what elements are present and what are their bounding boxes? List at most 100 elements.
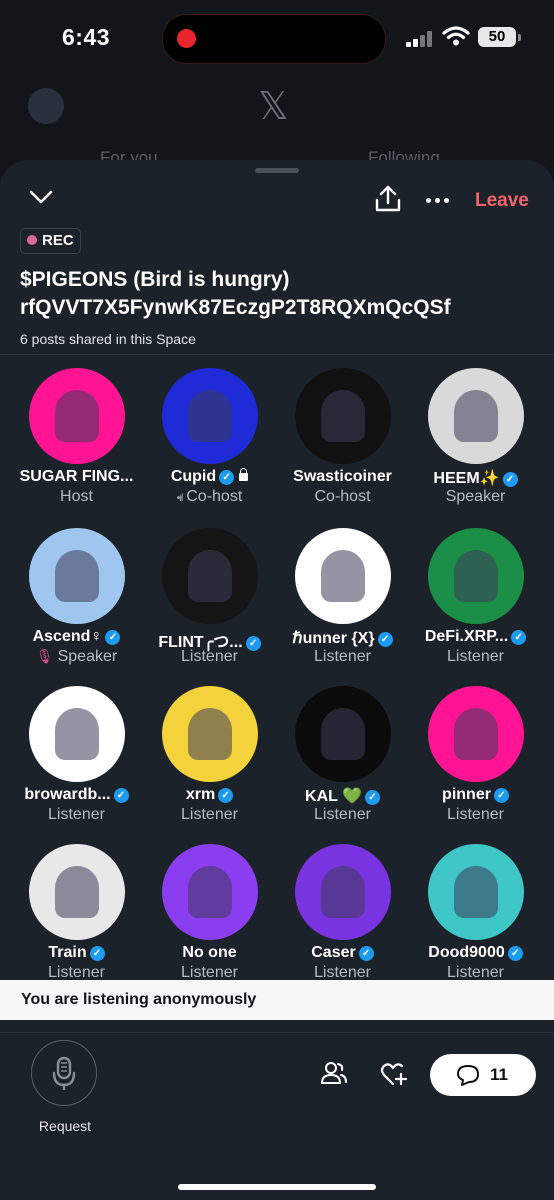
participant-role: Listener [143, 806, 276, 824]
participant-name: KAL 💚 ✓ [276, 786, 409, 806]
participant-avatar [295, 686, 391, 782]
participant-role: Co-host [276, 488, 409, 506]
cellular-signal-icon [406, 31, 434, 47]
participant-name-text: ℏunner {X} [292, 630, 375, 647]
participant-role-text: Listener [181, 648, 238, 665]
rec-dot-icon [27, 235, 37, 245]
participant-name: Ascend♀ ✓ [10, 628, 143, 646]
participant-avatar [162, 368, 258, 464]
participants-grid: SUGAR FING... Host Cupid ✓ •ıl Co-host Swastic… [0, 368, 554, 980]
rec-badge: REC [20, 228, 81, 254]
participant-role-text: Speaker [57, 648, 118, 665]
participant-role-text: Listener [314, 648, 371, 665]
participant-role-text: Host [60, 488, 93, 505]
participant-role: Listener [409, 964, 542, 980]
participant-name: ℏunner {X} ✓ [276, 628, 409, 648]
participant-name: Dood9000 ✓ [409, 944, 542, 962]
participant-role-text: Listener [447, 648, 504, 665]
participant-role-text: Co-host [186, 488, 243, 505]
participant-avatar [29, 844, 125, 940]
divider [0, 354, 554, 355]
verified-badge-icon: ✓ [502, 472, 518, 487]
more-options-icon[interactable] [426, 198, 453, 203]
participant-role: Listener [276, 648, 409, 666]
participant-name-text: Train [48, 944, 87, 961]
background-timeline: 𝕏 For you Following [0, 80, 554, 170]
verified-badge-icon: ✓ [511, 630, 527, 645]
participant-name: Cupid ✓ [143, 468, 276, 486]
participant-role: Listener [409, 806, 542, 824]
participant-avatar [29, 528, 125, 624]
participant-role: Listener [10, 964, 143, 980]
participant-role-text: Listener [181, 806, 238, 823]
people-icon[interactable] [320, 1060, 348, 1086]
participant-name: HEEM✨ ✓ [409, 468, 542, 488]
profile-avatar [28, 88, 64, 124]
participant-role-text: Listener [314, 964, 371, 980]
home-indicator [178, 1184, 376, 1190]
participant-role-text: Listener [48, 964, 105, 980]
muted-mic-icon: 🎙 [35, 648, 54, 664]
participant-role-text: Listener [314, 806, 371, 823]
participant-avatar [428, 368, 524, 464]
participant-role: Host [10, 488, 143, 506]
participant-avatar [29, 686, 125, 782]
sheet-drag-handle[interactable] [255, 168, 299, 173]
verified-badge-icon: ✓ [377, 632, 393, 647]
participant-name-text: xrm [185, 786, 216, 803]
verified-badge-icon: ✓ [218, 788, 234, 803]
participant-avatar [162, 528, 258, 624]
space-title-line2: rfQVVT7X5FynwK87EczgP2T8RQXmQcQSf [20, 296, 451, 319]
request-label: Request [38, 1118, 92, 1134]
chevron-down-icon[interactable] [28, 188, 54, 206]
lock-icon [239, 468, 249, 481]
verified-badge-icon: ✓ [89, 946, 105, 961]
participant-name-text: Ascend♀ [32, 628, 103, 645]
space-title: $PIGEONS (Bird is hungry) rfQVVT7X5FynwK… [20, 266, 540, 322]
participant-avatar [162, 844, 258, 940]
share-icon[interactable] [374, 184, 402, 214]
participant-name-text: KAL 💚 [305, 788, 362, 805]
comments-button[interactable]: 11 [430, 1054, 536, 1096]
participant-name: Caser ✓ [276, 944, 409, 962]
participant-role-text: Co-host [314, 488, 371, 505]
participant-avatar [428, 686, 524, 782]
posts-shared-link[interactable]: 6 posts shared in this Space [20, 331, 196, 347]
verified-badge-icon: ✓ [493, 788, 509, 803]
participant-name: pinner ✓ [409, 786, 542, 804]
microphone-icon [52, 1056, 76, 1090]
participant-name-text: DeFi.XRP... [424, 628, 509, 645]
space-sheet: Leave REC $PIGEONS (Bird is hungry) rfQV… [0, 160, 554, 1200]
participant-name-text: Cupid [170, 468, 217, 485]
verified-badge-icon: ✓ [219, 470, 235, 485]
participant-role: Speaker [409, 488, 542, 506]
comment-icon [457, 1065, 479, 1086]
participant-name-text: HEEM✨ [433, 470, 500, 487]
participant-name-text: Caser [311, 944, 356, 961]
participant-avatar [295, 528, 391, 624]
space-title-line1: $PIGEONS (Bird is hungry) [20, 268, 290, 291]
participant-name: DeFi.XRP... ✓ [409, 628, 542, 646]
footer-divider [0, 1032, 554, 1033]
participant-role: Listener [143, 964, 276, 980]
participant-avatar [29, 368, 125, 464]
participant-role: •ıl Co-host [143, 488, 276, 506]
participant-name: xrm ✓ [143, 786, 276, 804]
participant-avatar [295, 368, 391, 464]
participant-role: Listener [276, 806, 409, 824]
battery-icon: 50 [478, 27, 521, 47]
x-logo-icon: 𝕏 [258, 84, 289, 128]
verified-badge-icon: ✓ [113, 788, 129, 803]
clock: 6:43 [62, 24, 111, 50]
participant-avatar [295, 844, 391, 940]
request-mic-button[interactable] [31, 1040, 97, 1106]
add-reaction-heart-icon[interactable] [380, 1062, 408, 1088]
leave-button[interactable]: Leave [475, 190, 529, 212]
participant-role: Listener [276, 964, 409, 980]
participant-name-text: Swasticoiner [293, 468, 392, 485]
anonymous-notice: You are listening anonymously [0, 980, 554, 1020]
participant-role-text: Listener [447, 806, 504, 823]
comment-count: 11 [490, 1065, 508, 1084]
participant-name: Swasticoiner [276, 468, 409, 486]
participant-name-text: Dood9000 [428, 944, 505, 961]
